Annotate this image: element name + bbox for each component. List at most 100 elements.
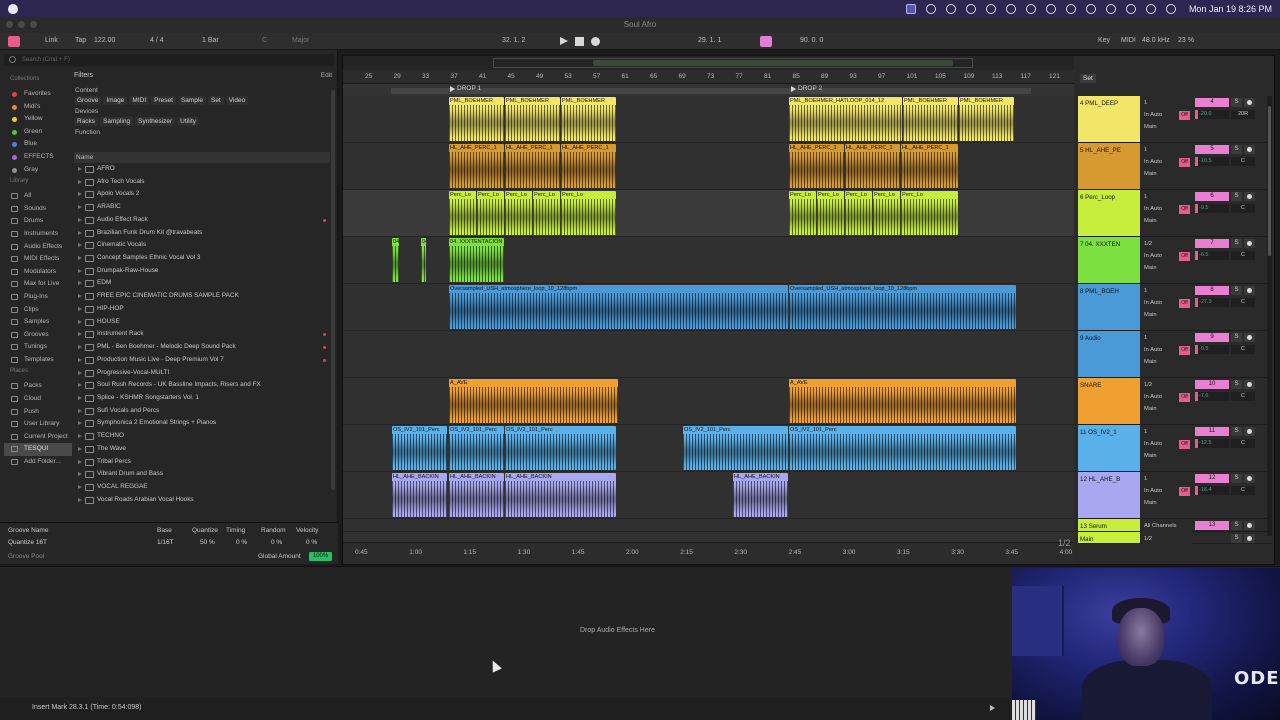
- disclosure-triangle-icon[interactable]: [78, 459, 82, 464]
- browser-folder-item[interactable]: ARABIC: [74, 201, 330, 214]
- groove-quantize-value[interactable]: 50 %: [200, 539, 215, 546]
- track-output-select[interactable]: Main: [1142, 310, 1192, 321]
- browser-folder-item[interactable]: Concept Samples Ethnic Vocal Vol 3: [74, 252, 330, 265]
- disclosure-triangle-icon[interactable]: [78, 383, 82, 388]
- arrangement-overview[interactable]: [343, 56, 1074, 70]
- track-output-select[interactable]: Main: [1142, 169, 1192, 180]
- library-item[interactable]: Clips: [4, 304, 72, 317]
- track-arm-icon[interactable]: [1244, 380, 1255, 389]
- track-input-select[interactable]: 1: [1142, 474, 1192, 485]
- collection-item[interactable]: Favorites: [4, 88, 72, 101]
- drop-effects-hint[interactable]: Drop Audio Effects Here: [580, 627, 655, 634]
- track-input-select[interactable]: 1: [1142, 427, 1192, 438]
- audio-clip[interactable]: Perc_Lo: [505, 191, 532, 235]
- track-volume-field[interactable]: -7.6: [1195, 392, 1229, 401]
- audio-clip[interactable]: Perc_Lo: [449, 191, 476, 235]
- track-lane[interactable]: Oversampled_USH_atmosphere_loop_10_128bp…: [343, 284, 1074, 331]
- track-pan-field[interactable]: 20R: [1231, 110, 1255, 119]
- disclosure-triangle-icon[interactable]: [78, 256, 82, 261]
- track-name[interactable]: 9 Audio: [1078, 331, 1140, 377]
- window-controls[interactable]: [6, 21, 37, 28]
- track-solo-button[interactable]: S: [1231, 145, 1242, 154]
- disclosure-triangle-icon[interactable]: [78, 192, 82, 197]
- monitor-off-button[interactable]: Off: [1179, 252, 1190, 261]
- volume-icon[interactable]: [1005, 3, 1016, 14]
- track-volume-field[interactable]: -9.5: [1195, 345, 1229, 354]
- track-output-select[interactable]: Main: [1142, 216, 1192, 227]
- content-filter-chip[interactable]: Preset: [151, 96, 176, 105]
- audio-clip[interactable]: Perc_Lo: [845, 191, 872, 235]
- collection-item[interactable]: Midi's: [4, 101, 72, 114]
- arrangement-scrollbar[interactable]: [1267, 96, 1272, 536]
- disclosure-triangle-icon[interactable]: [78, 217, 82, 222]
- browser-folder-item[interactable]: Audio Effect Rack: [74, 214, 330, 227]
- track-lane[interactable]: PML_BOEHMER PML_BOEHMER PML_BOEHMER PML_BOE…: [343, 96, 1074, 143]
- monitor-off-button[interactable]: Off: [1179, 346, 1190, 355]
- track-input-select[interactable]: 1: [1142, 286, 1192, 297]
- monitor-auto-button[interactable]: Auto: [1150, 206, 1162, 212]
- monitor-off-button[interactable]: Off: [1179, 393, 1190, 402]
- library-item[interactable]: Grooves: [4, 329, 72, 342]
- filters-edit-button[interactable]: Edit: [321, 72, 332, 79]
- midi-arrangement-icon[interactable]: [8, 36, 20, 47]
- track-arm-icon[interactable]: [1244, 192, 1255, 201]
- track-name[interactable]: Main: [1078, 532, 1140, 543]
- track-arm-icon[interactable]: [1244, 98, 1255, 107]
- disclosure-triangle-icon[interactable]: [78, 472, 82, 477]
- track-arm-icon[interactable]: [1244, 286, 1255, 295]
- track-pan-field[interactable]: C: [1231, 345, 1255, 354]
- track-input-select[interactable]: 1/2: [1142, 239, 1192, 250]
- play-circle-icon[interactable]: [1085, 3, 1096, 14]
- places-item[interactable]: Current Project: [4, 431, 72, 444]
- monitor-off-button[interactable]: Off: [1179, 111, 1190, 120]
- function-filter-label[interactable]: Function: [75, 129, 334, 136]
- track-activator-button[interactable]: 8: [1195, 286, 1229, 295]
- track-arm-icon[interactable]: [1244, 333, 1255, 342]
- groove-row-name[interactable]: Quantize 16T: [8, 539, 47, 546]
- browser-folder-item[interactable]: Production Music Live - Deep Premium Vol…: [74, 354, 330, 367]
- track-solo-button[interactable]: S: [1231, 474, 1242, 483]
- track-name[interactable]: 6 Perc_Loop: [1078, 190, 1140, 236]
- browser-folder-item[interactable]: Sufi Vocals and Percs: [74, 405, 330, 418]
- track-solo-button[interactable]: S: [1231, 380, 1242, 389]
- browser-folder-item[interactable]: Progressive-Vocal-MULTI: [74, 367, 330, 380]
- audio-clip[interactable]: PML_BOEHMER: [903, 97, 958, 141]
- browser-folder-item[interactable]: VOCAL REGGAE: [74, 481, 330, 494]
- track-solo-button[interactable]: S: [1231, 534, 1242, 543]
- audio-clip[interactable]: Perc_Lo: [817, 191, 844, 235]
- tap-tempo-button[interactable]: Tap: [75, 37, 86, 44]
- disclosure-triangle-icon[interactable]: [78, 421, 82, 426]
- disclosure-triangle-icon[interactable]: [78, 319, 82, 324]
- song-position-field[interactable]: 32. 1. 2: [502, 37, 525, 44]
- monitor-in-button[interactable]: In: [1144, 206, 1149, 212]
- stop-icon[interactable]: [575, 37, 584, 46]
- close-dot-icon[interactable]: [6, 21, 13, 28]
- device-filter-chip[interactable]: Synthesizer: [135, 117, 176, 126]
- audio-clip[interactable]: HL_AHE_BACKIN: [449, 473, 504, 517]
- locator-lane[interactable]: DROP 1 DROP 2: [343, 84, 1074, 96]
- track-arm-icon[interactable]: [1244, 427, 1255, 436]
- track-name[interactable]: SNARE: [1078, 378, 1140, 424]
- disclosure-triangle-icon[interactable]: [78, 434, 82, 439]
- time-signature-field[interactable]: 4 / 4: [150, 37, 164, 44]
- disclosure-triangle-icon[interactable]: [78, 497, 82, 502]
- monitor-in-button[interactable]: In: [1144, 300, 1149, 306]
- audio-clip[interactable]: 04. XXX: [392, 238, 399, 282]
- disclosure-triangle-icon[interactable]: [78, 408, 82, 413]
- track-arm-icon[interactable]: [1244, 521, 1255, 530]
- track-activator-button[interactable]: 6: [1195, 192, 1229, 201]
- track-activator-button[interactable]: 7: [1195, 239, 1229, 248]
- minimize-dot-icon[interactable]: [18, 21, 25, 28]
- track-solo-button[interactable]: S: [1231, 239, 1242, 248]
- status-arrow-icon[interactable]: [990, 705, 995, 711]
- chrome-icon[interactable]: [925, 3, 936, 14]
- search-icon[interactable]: [1125, 3, 1136, 14]
- track-activator-button[interactable]: 10: [1195, 380, 1229, 389]
- disclosure-triangle-icon[interactable]: [78, 395, 82, 400]
- track-name[interactable]: 12 HL_AHE_B: [1078, 472, 1140, 518]
- track-header[interactable]: 12 HL_AHE_B 1 In Auto Off Main 12 S -16.4 C: [1078, 472, 1272, 519]
- track-lane[interactable]: [343, 519, 1074, 532]
- track-header[interactable]: 7 04. XXXTEN 1/2 In Auto Off Main 7 S -6.5 C: [1078, 237, 1272, 284]
- audio-clip[interactable]: Perc_Lo: [901, 191, 958, 235]
- siri-icon[interactable]: [1165, 3, 1176, 14]
